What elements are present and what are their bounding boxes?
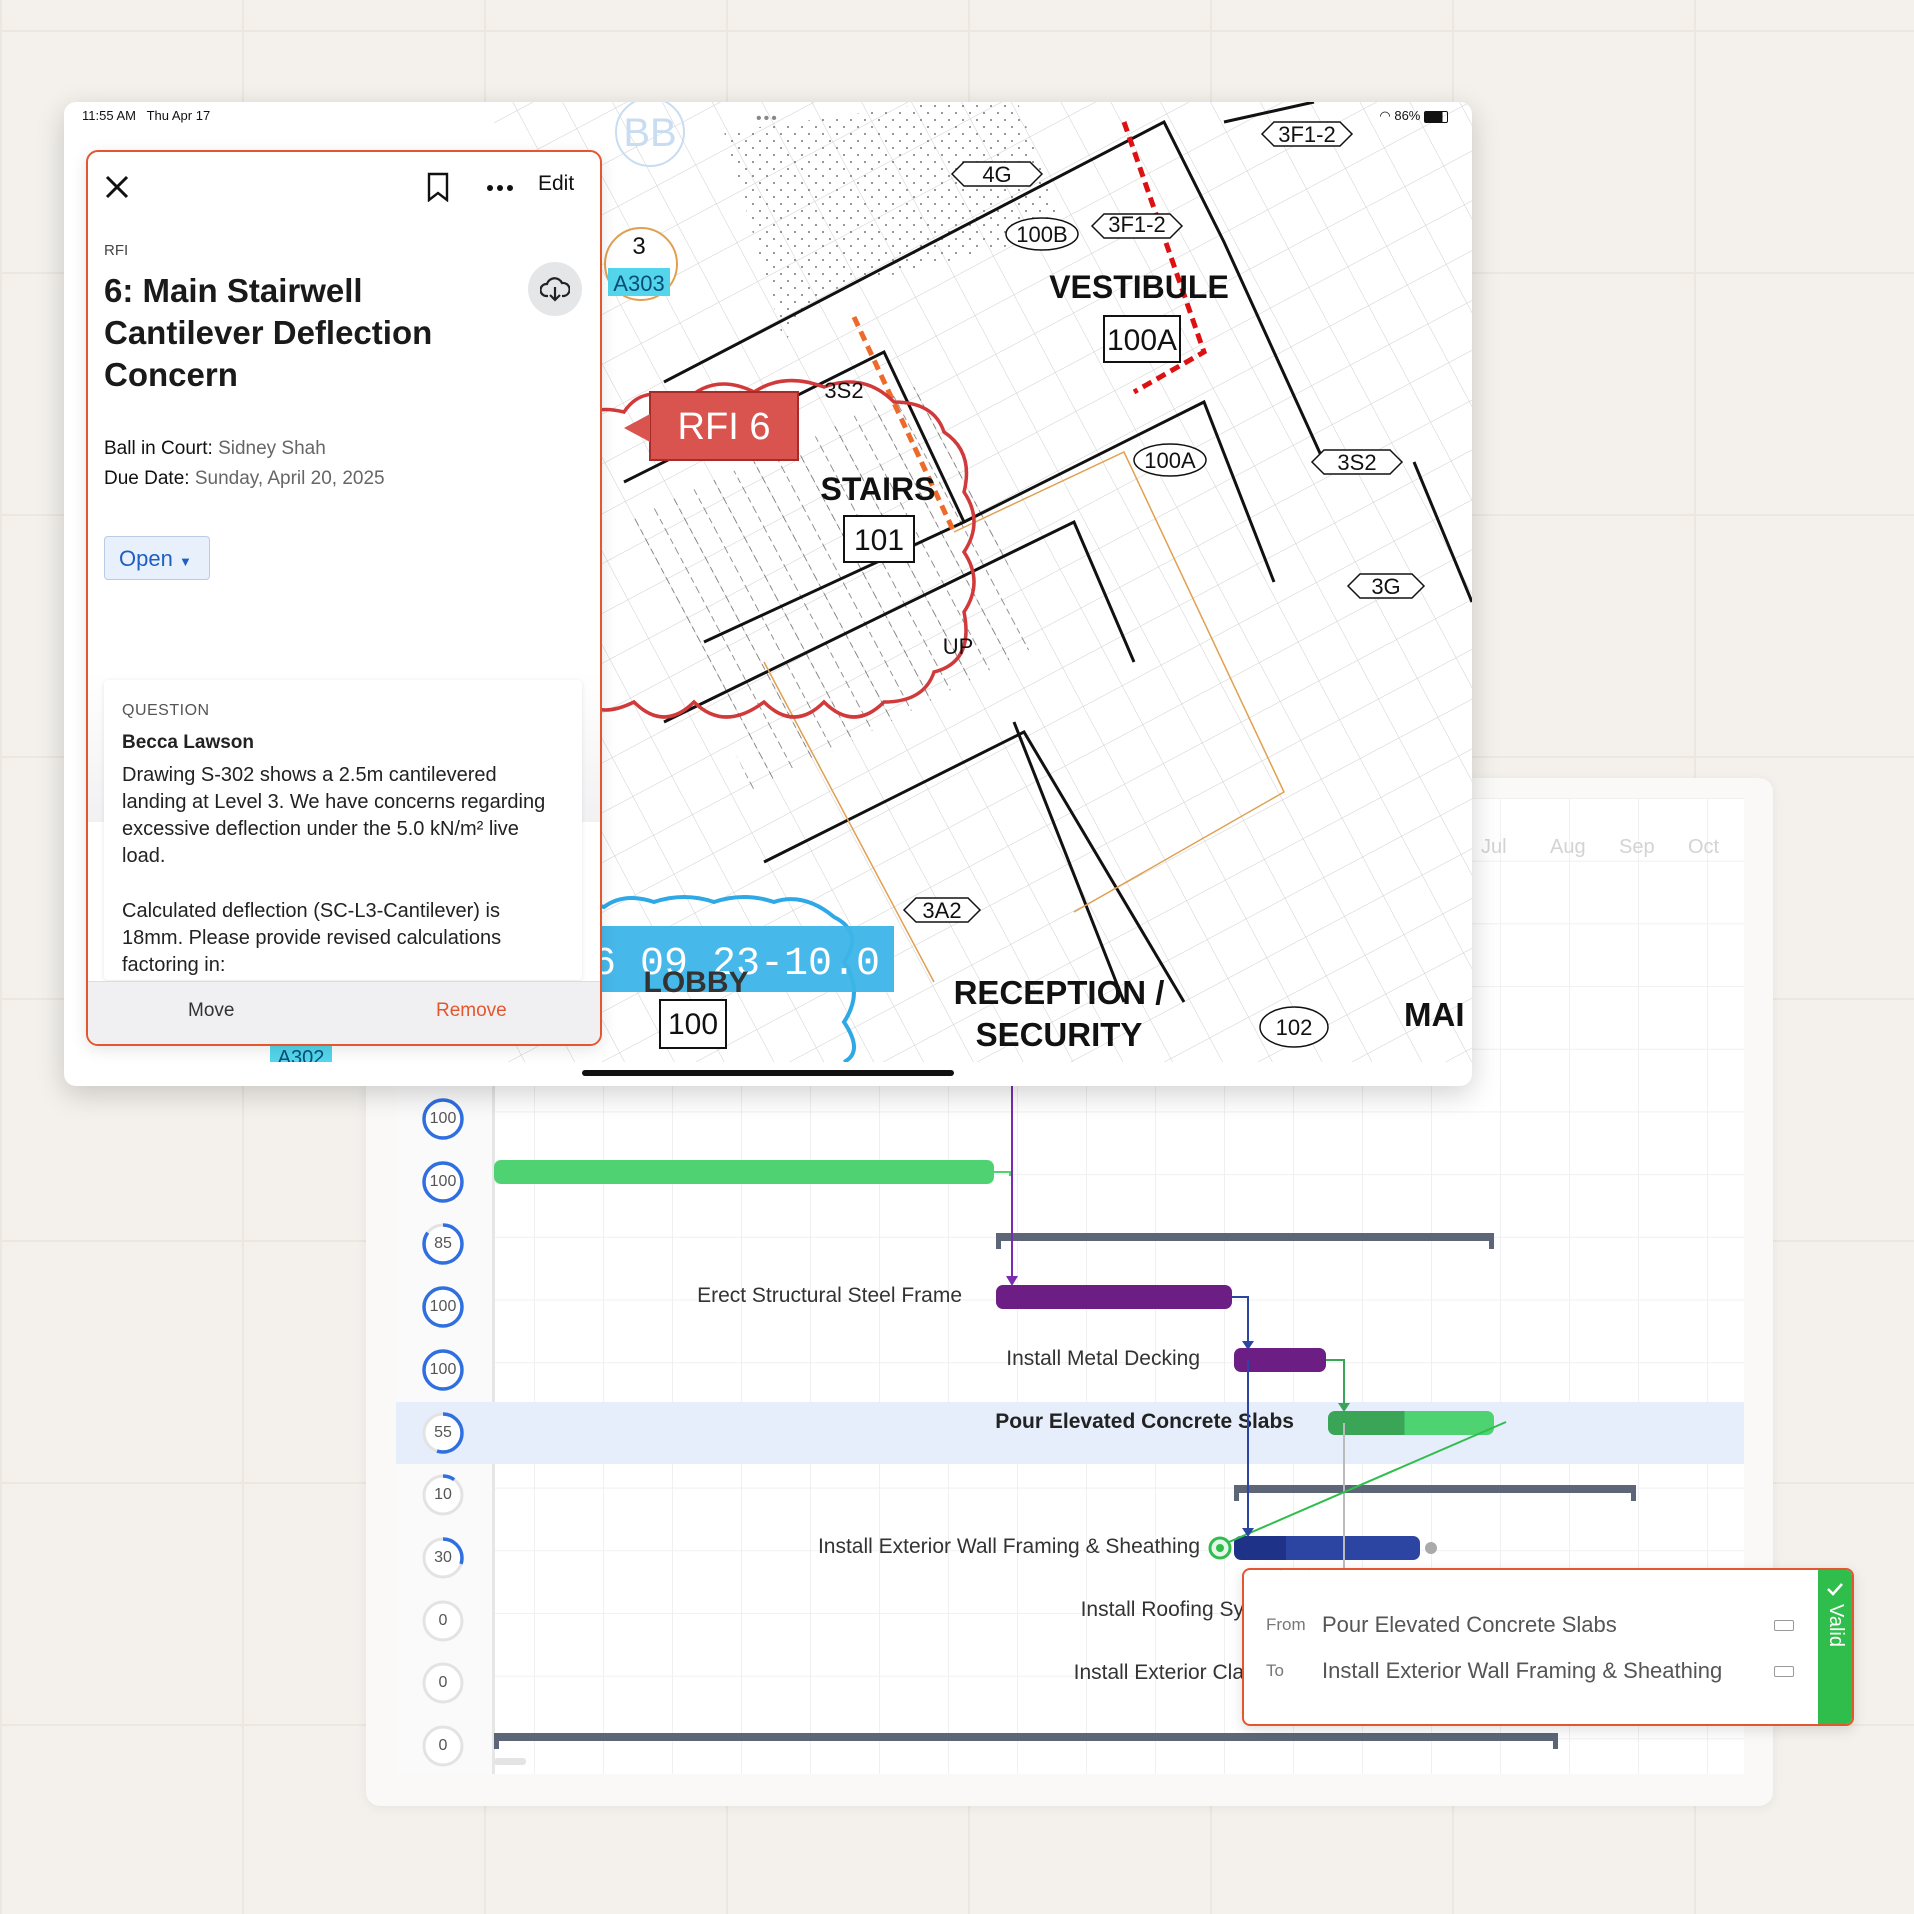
question-label: QUESTION [122, 702, 210, 719]
svg-text:3A2: 3A2 [922, 898, 961, 923]
svg-text:3S2: 3S2 [1337, 450, 1376, 475]
dependency-tooltip: From Pour Elevated Concrete Slabs To Ins… [1242, 1568, 1854, 1726]
edit-button[interactable]: Edit [538, 172, 574, 196]
svg-text:UP: UP [943, 634, 974, 659]
rfi-detail-panel: Edit RFI 6: Main Stairwell Cantilever De… [86, 150, 602, 1046]
svg-text:100: 100 [668, 1008, 718, 1041]
question-text: Calculated deflection (SC-L3-Cantilever)… [122, 900, 502, 976]
chevron-down-icon: ▼ [178, 554, 192, 569]
status-date: Thu Apr 17 [146, 108, 211, 123]
svg-text:100A: 100A [1107, 324, 1177, 357]
svg-text:101: 101 [854, 524, 904, 557]
remove-button[interactable]: Remove [436, 1000, 507, 1022]
rfi-type-label: RFI [104, 242, 129, 259]
svg-text:RFI 6: RFI 6 [678, 406, 771, 448]
status-bar-right: ◠ 86% [1379, 108, 1448, 124]
svg-text:A303: A303 [613, 271, 664, 296]
svg-text:3: 3 [632, 233, 645, 260]
battery-icon [1424, 110, 1448, 123]
svg-text:4G: 4G [982, 162, 1011, 187]
status-time: 11:55 AM [82, 108, 136, 123]
dependency-handle[interactable] [1425, 1542, 1437, 1554]
svg-text:100A: 100A [1144, 448, 1196, 473]
more-icon[interactable] [486, 184, 514, 192]
to-value: Install Exterior Wall Framing & Sheathin… [1322, 1658, 1723, 1683]
svg-text:RECEPTION /: RECEPTION / [954, 974, 1165, 1011]
from-value: Pour Elevated Concrete Slabs [1322, 1612, 1617, 1637]
bar-end-icon [1774, 1620, 1794, 1631]
svg-text:100B: 100B [1016, 222, 1067, 247]
move-button[interactable]: Move [188, 1000, 234, 1022]
valid-badge: Valid [1818, 1570, 1852, 1724]
rfi-title: 6: Main Stairwell Cantilever Deflection … [104, 272, 433, 393]
svg-text:3S2: 3S2 [824, 378, 863, 403]
svg-text:3F1-2: 3F1-2 [1278, 122, 1335, 147]
close-icon[interactable] [104, 174, 130, 200]
bar-start-icon [1774, 1666, 1794, 1677]
ball-in-court: Ball in Court: Sidney Shah [104, 438, 326, 459]
check-icon [1827, 1583, 1843, 1596]
status-bar: 11:55 AM Thu Apr 17 [82, 108, 210, 123]
svg-text:LOBBY: LOBBY [644, 966, 749, 999]
bookmark-icon[interactable] [426, 172, 450, 202]
battery-percent: 86% [1394, 108, 1421, 123]
svg-text:3F1-2: 3F1-2 [1108, 212, 1165, 237]
question-card: QUESTION Becca Lawson Drawing S-302 show… [104, 680, 582, 980]
svg-text:STAIRS: STAIRS [821, 471, 936, 507]
home-indicator[interactable] [582, 1070, 954, 1076]
due-date: Due Date: Sunday, April 20, 2025 [104, 468, 385, 489]
panel-footer: Move Remove [88, 981, 600, 1044]
valid-label: Valid [1825, 1604, 1847, 1647]
download-button[interactable] [528, 262, 582, 316]
svg-text:MAI: MAI [1404, 996, 1465, 1033]
svg-text:3G: 3G [1371, 574, 1400, 599]
to-label: To [1266, 1661, 1284, 1680]
multitask-dots-icon[interactable]: ••• [756, 110, 779, 128]
from-label: From [1266, 1615, 1306, 1634]
wifi-icon: ◠ [1379, 108, 1391, 123]
svg-text:VESTIBULE: VESTIBULE [1049, 269, 1229, 305]
question-text: Drawing S-302 shows a 2.5m cantilevered … [122, 764, 546, 867]
svg-text:SECURITY: SECURITY [976, 1016, 1143, 1053]
svg-text:BB: BB [623, 111, 676, 155]
question-author: Becca Lawson [122, 732, 254, 753]
cloud-download-icon [540, 277, 570, 302]
svg-text:A302: A302 [278, 1047, 325, 1062]
svg-text:102: 102 [1276, 1015, 1313, 1040]
status-dropdown[interactable]: Open ▼ [104, 536, 210, 580]
